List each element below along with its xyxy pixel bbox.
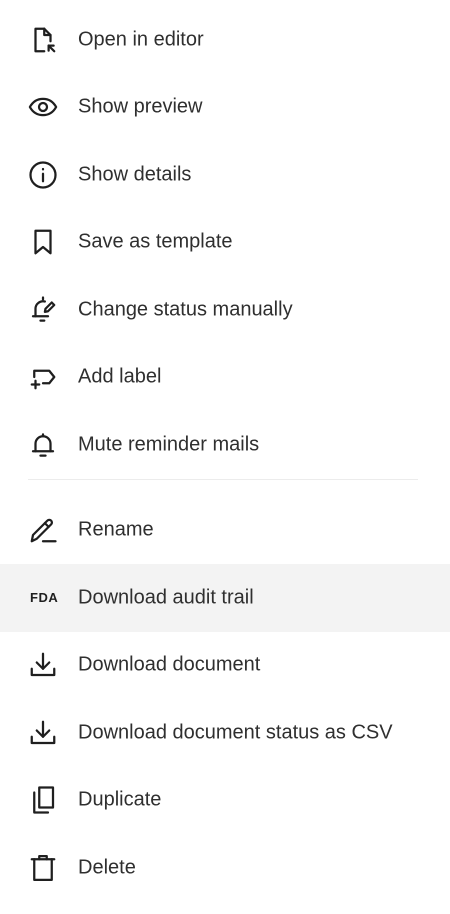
fda-icon: FDA — [28, 581, 62, 615]
open-in-editor-icon — [28, 23, 62, 57]
menu-item-label: Download document status as CSV — [78, 721, 393, 744]
download-icon — [28, 716, 62, 750]
eye-icon — [28, 90, 62, 124]
status-change-icon — [28, 293, 62, 327]
menu-item-rename[interactable]: Rename — [0, 497, 450, 565]
menu-item-label: Show details — [78, 163, 192, 186]
menu-item-label: Add label — [78, 365, 162, 388]
bookmark-icon — [28, 225, 62, 259]
menu-item-download-document[interactable]: Download document — [0, 632, 450, 700]
add-label-icon — [28, 360, 62, 394]
context-menu: Open in editor Show preview Show details — [0, 0, 450, 914]
duplicate-icon — [28, 783, 62, 817]
menu-item-show-preview[interactable]: Show preview — [0, 74, 450, 142]
menu-item-save-as-template[interactable]: Save as template — [0, 209, 450, 277]
trash-icon — [28, 851, 62, 885]
bell-icon — [28, 428, 62, 462]
menu-divider — [28, 478, 418, 480]
menu-item-label: Open in editor — [78, 28, 204, 51]
menu-item-download-document-status-csv[interactable]: Download document status as CSV — [0, 699, 450, 767]
menu-item-label: Save as template — [78, 230, 233, 253]
menu-item-label: Change status manually — [78, 298, 293, 321]
menu-item-label: Delete — [78, 856, 136, 879]
menu-item-label: Show preview — [78, 95, 203, 118]
fda-icon-text: FDA — [30, 590, 59, 606]
menu-item-open-in-editor[interactable]: Open in editor — [0, 6, 450, 74]
menu-item-download-audit-trail[interactable]: FDA Download audit trail — [0, 564, 450, 632]
info-icon — [28, 158, 62, 192]
menu-item-duplicate[interactable]: Duplicate — [0, 767, 450, 835]
menu-item-add-label[interactable]: Add label — [0, 344, 450, 412]
download-icon — [28, 648, 62, 682]
menu-item-delete[interactable]: Delete — [0, 834, 450, 902]
pencil-icon — [28, 513, 62, 547]
menu-item-label: Mute reminder mails — [78, 433, 260, 456]
menu-item-label: Rename — [78, 518, 154, 541]
menu-item-label: Duplicate — [78, 788, 162, 811]
menu-item-label: Download audit trail — [78, 586, 254, 609]
menu-item-mute-reminder-mails[interactable]: Mute reminder mails — [0, 411, 450, 479]
menu-item-show-details[interactable]: Show details — [0, 141, 450, 209]
menu-item-change-status-manually[interactable]: Change status manually — [0, 276, 450, 344]
menu-item-label: Download document — [78, 653, 261, 676]
